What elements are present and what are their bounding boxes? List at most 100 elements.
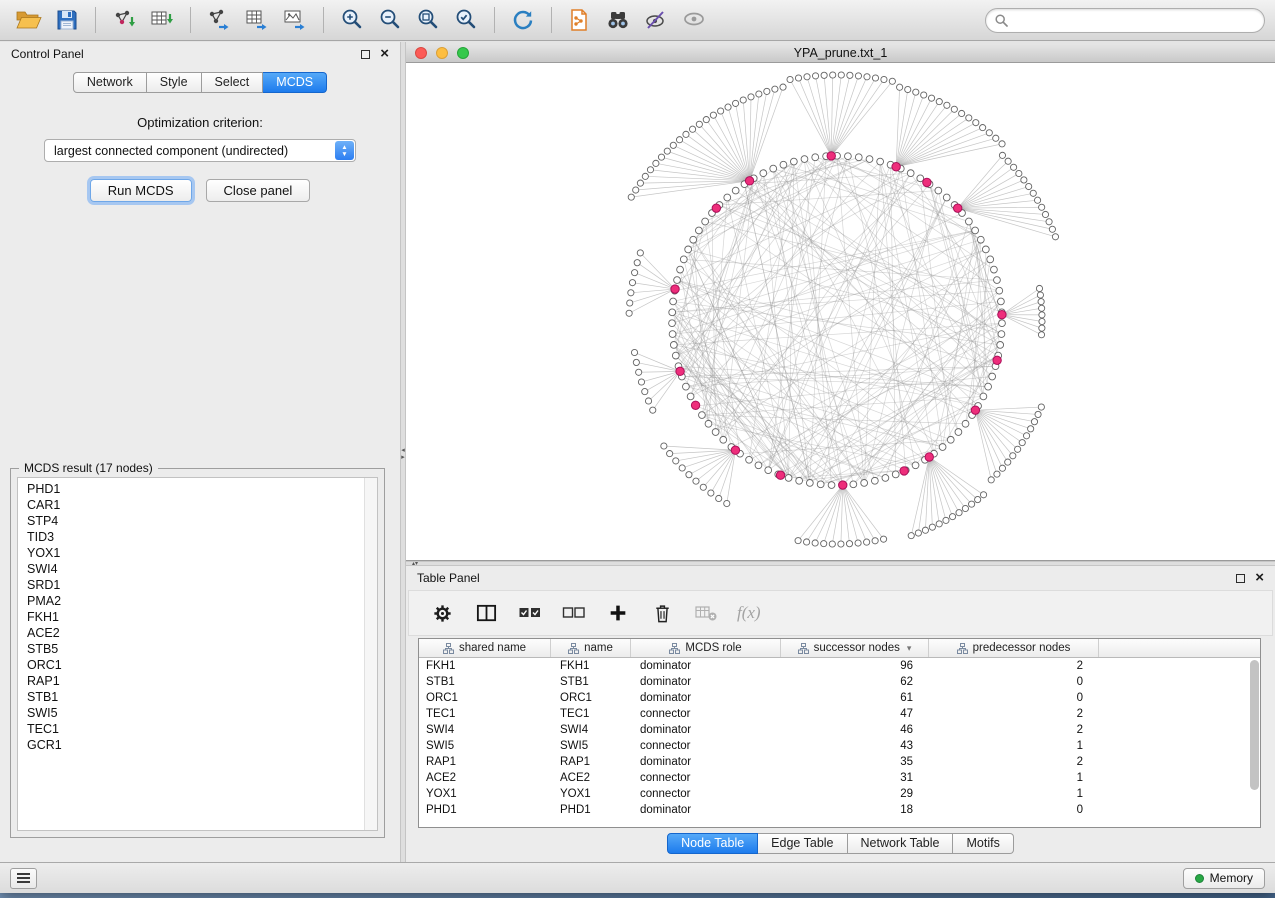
mcds-result-item[interactable]: TEC1	[27, 721, 377, 737]
table-cell[interactable]: 43	[781, 738, 929, 754]
table-cell[interactable]: TEC1	[419, 706, 551, 722]
mcds-result-item[interactable]: STB1	[27, 689, 377, 705]
select-all-button[interactable]	[517, 600, 543, 626]
table-tab-node-table[interactable]: Node Table	[667, 833, 758, 854]
tab-network[interactable]: Network	[73, 72, 147, 93]
table-cell[interactable]: 1	[929, 770, 1099, 786]
table-cell[interactable]: PHD1	[419, 802, 551, 818]
tab-mcds[interactable]: MCDS	[263, 72, 327, 93]
tab-select[interactable]: Select	[202, 72, 264, 93]
mcds-result-item[interactable]: RAP1	[27, 673, 377, 689]
hide-graphics-details-button[interactable]	[675, 4, 713, 36]
close-panel-icon[interactable]: ×	[380, 49, 389, 59]
table-cell[interactable]: 1	[929, 786, 1099, 802]
table-cell[interactable]: 31	[781, 770, 929, 786]
table-row[interactable]: ACE2ACE2connector311	[419, 770, 1260, 786]
export-image-button[interactable]	[276, 4, 314, 36]
table-row[interactable]: ORC1ORC1dominator610	[419, 690, 1260, 706]
create-column-button[interactable]	[605, 600, 631, 626]
search-box[interactable]	[985, 8, 1265, 33]
function-builder-button[interactable]: f(x)	[737, 603, 761, 623]
mcds-result-item[interactable]: GCR1	[27, 737, 377, 753]
mcds-result-item[interactable]: SWI5	[27, 705, 377, 721]
save-session-button[interactable]	[48, 4, 86, 36]
table-cell[interactable]: 0	[929, 802, 1099, 818]
table-cell[interactable]: dominator	[631, 722, 781, 738]
mcds-result-item[interactable]: STP4	[27, 513, 377, 529]
table-cell[interactable]: 2	[929, 706, 1099, 722]
table-row[interactable]: PHD1PHD1dominator180	[419, 802, 1260, 818]
import-network-button[interactable]	[105, 4, 143, 36]
table-cell[interactable]: ORC1	[551, 690, 631, 706]
table-cell[interactable]: dominator	[631, 690, 781, 706]
column-header-successor-nodes[interactable]: successor nodes▾	[781, 639, 929, 657]
table-row[interactable]: YOX1YOX1connector291	[419, 786, 1260, 802]
panel-menu-button[interactable]	[10, 868, 37, 889]
column-header-name[interactable]: name	[551, 639, 631, 657]
column-header-MCDS-role[interactable]: MCDS role	[631, 639, 781, 657]
find-button[interactable]	[599, 4, 637, 36]
mcds-result-item[interactable]: FKH1	[27, 609, 377, 625]
table-cell[interactable]: dominator	[631, 674, 781, 690]
mcds-result-item[interactable]: SWI4	[27, 561, 377, 577]
zoom-in-button[interactable]	[333, 4, 371, 36]
table-cell[interactable]: 29	[781, 786, 929, 802]
zoom-fit-button[interactable]	[409, 4, 447, 36]
result-list-scrollbar[interactable]	[364, 478, 377, 830]
table-row[interactable]: STB1STB1dominator620	[419, 674, 1260, 690]
table-mode-button[interactable]	[429, 600, 455, 626]
tab-style[interactable]: Style	[147, 72, 202, 93]
table-cell[interactable]: ACE2	[551, 770, 631, 786]
table-cell[interactable]: RAP1	[419, 754, 551, 770]
mcds-result-item[interactable]: ACE2	[27, 625, 377, 641]
table-cell[interactable]: connector	[631, 738, 781, 754]
table-tab-network-table[interactable]: Network Table	[848, 833, 954, 854]
table-cell[interactable]: SWI4	[419, 722, 551, 738]
table-cell[interactable]: FKH1	[551, 658, 631, 674]
table-cell[interactable]: dominator	[631, 802, 781, 818]
table-cell[interactable]: dominator	[631, 754, 781, 770]
run-mcds-button[interactable]: Run MCDS	[90, 179, 192, 202]
show-graphics-details-button[interactable]	[637, 4, 675, 36]
export-network-button[interactable]	[200, 4, 238, 36]
mcds-result-item[interactable]: SRD1	[27, 577, 377, 593]
zoom-out-button[interactable]	[371, 4, 409, 36]
table-cell[interactable]: 62	[781, 674, 929, 690]
table-cell[interactable]: 35	[781, 754, 929, 770]
table-cell[interactable]: 96	[781, 658, 929, 674]
table-cell[interactable]: connector	[631, 706, 781, 722]
export-table-button[interactable]	[238, 4, 276, 36]
table-scrollbar[interactable]	[1250, 660, 1259, 790]
float-panel-icon[interactable]	[361, 50, 370, 59]
mcds-result-item[interactable]: ORC1	[27, 657, 377, 673]
table-cell[interactable]: 2	[929, 754, 1099, 770]
deselect-all-button[interactable]	[561, 600, 587, 626]
table-cell[interactable]: TEC1	[551, 706, 631, 722]
table-row[interactable]: TEC1TEC1connector472	[419, 706, 1260, 722]
column-header-predecessor-nodes[interactable]: predecessor nodes	[929, 639, 1099, 657]
table-tab-edge-table[interactable]: Edge Table	[758, 833, 847, 854]
delete-column-button[interactable]	[649, 600, 675, 626]
open-file-button[interactable]	[10, 4, 48, 36]
table-cell[interactable]: YOX1	[551, 786, 631, 802]
table-cell[interactable]: 46	[781, 722, 929, 738]
table-cell[interactable]: SWI5	[551, 738, 631, 754]
table-cell[interactable]: STB1	[551, 674, 631, 690]
table-row[interactable]: SWI4SWI4dominator462	[419, 722, 1260, 738]
table-cell[interactable]: 2	[929, 658, 1099, 674]
table-cell[interactable]: dominator	[631, 658, 781, 674]
show-columns-button[interactable]	[473, 600, 499, 626]
table-cell[interactable]: YOX1	[419, 786, 551, 802]
table-cell[interactable]: PHD1	[551, 802, 631, 818]
import-table-button[interactable]	[143, 4, 181, 36]
table-cell[interactable]: ACE2	[419, 770, 551, 786]
table-cell[interactable]: SWI5	[419, 738, 551, 754]
table-row[interactable]: SWI5SWI5connector431	[419, 738, 1260, 754]
table-cell[interactable]: connector	[631, 770, 781, 786]
float-panel-icon[interactable]	[1236, 574, 1245, 583]
mcds-result-item[interactable]: PHD1	[27, 481, 377, 497]
table-cell[interactable]: 0	[929, 690, 1099, 706]
table-cell[interactable]: 2	[929, 722, 1099, 738]
table-cell[interactable]: 61	[781, 690, 929, 706]
zoom-selected-button[interactable]	[447, 4, 485, 36]
